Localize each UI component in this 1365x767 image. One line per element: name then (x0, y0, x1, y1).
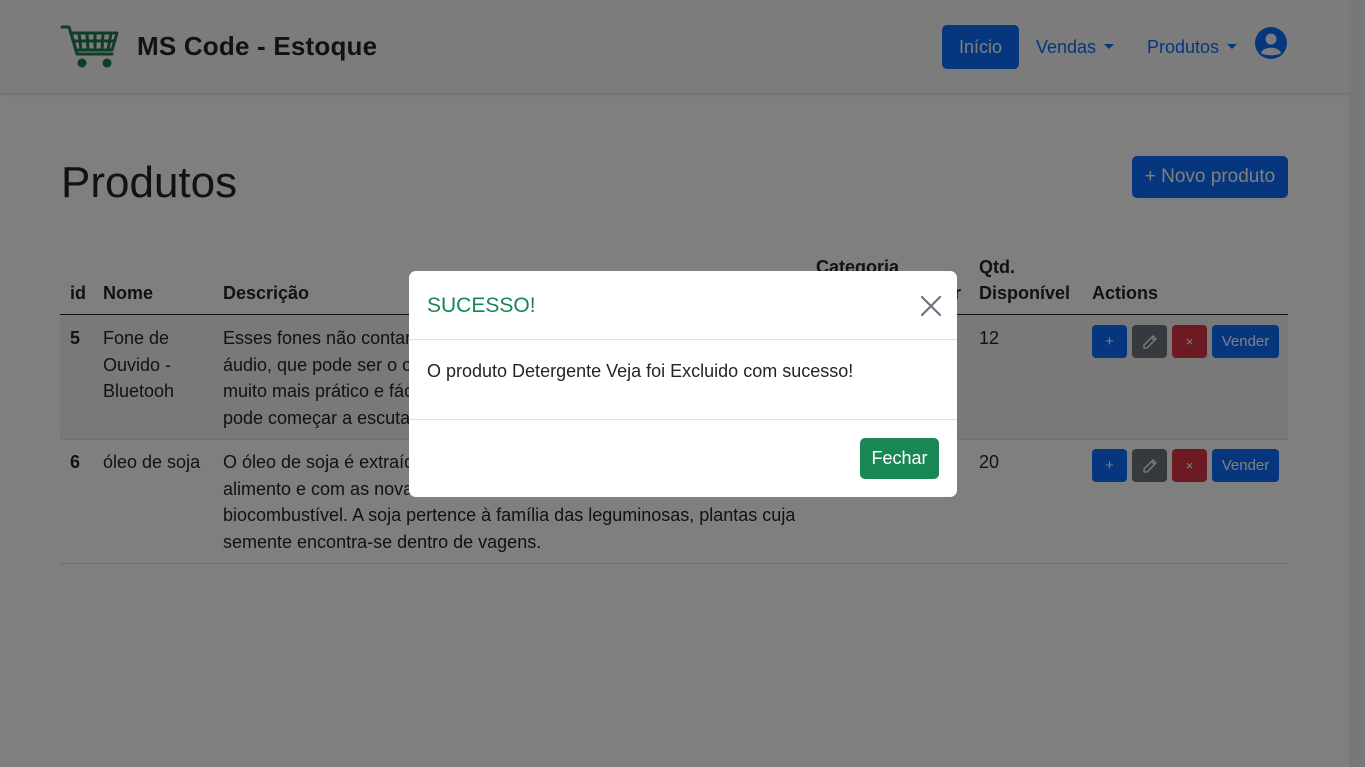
modal-footer-divider (409, 419, 957, 420)
modal-title: SUCESSO! (427, 294, 536, 317)
modal-header: SUCESSO! (409, 271, 957, 340)
close-icon[interactable] (919, 294, 943, 318)
close-modal-button[interactable]: Fechar (860, 438, 939, 479)
success-modal: SUCESSO! O produto Detergente Veja foi E… (409, 271, 957, 497)
modal-message: O produto Detergente Veja foi Excluido c… (427, 361, 854, 381)
